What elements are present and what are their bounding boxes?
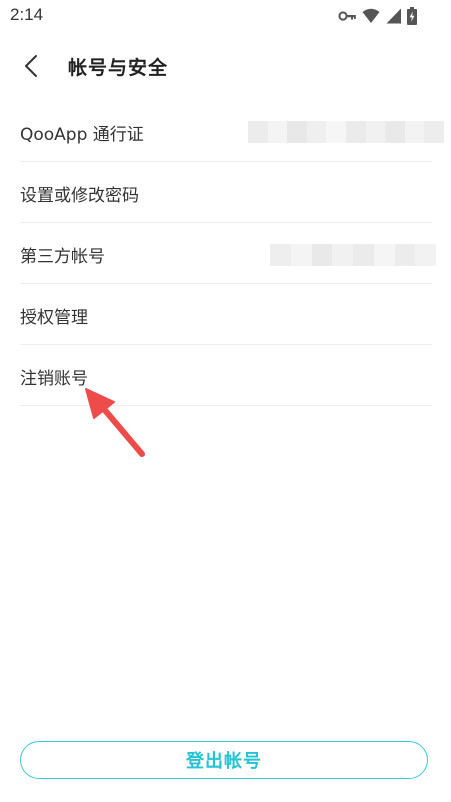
logout-label: 登出帐号 — [186, 751, 262, 772]
status-icons — [338, 6, 417, 26]
page-title: 帐号与安全 — [68, 57, 169, 79]
settings-item-third-party[interactable]: 第三方帐号 — [20, 223, 436, 284]
settings-list: QooApp 通行证 设置或修改密码 第三方帐号 授权管理 注销账号 — [20, 101, 444, 406]
battery-charging-icon — [407, 7, 417, 25]
key-icon — [338, 10, 356, 22]
settings-item-password[interactable]: 设置或修改密码 — [20, 162, 432, 223]
screen: 2:14 帐号与安全 QooApp 通行证 设置或修改密码 第三方帐号 授权管理… — [0, 0, 451, 802]
wifi-icon — [362, 8, 380, 24]
logout-button[interactable]: 登出帐号 — [20, 741, 428, 779]
settings-item-label: QooApp 通行证 — [20, 125, 144, 145]
signal-icon — [386, 8, 401, 24]
settings-item-authorization[interactable]: 授权管理 — [20, 284, 432, 345]
chevron-left-icon — [25, 55, 37, 77]
back-button[interactable] — [18, 52, 46, 80]
settings-item-label: 第三方帐号 — [20, 247, 105, 267]
status-bar: 2:14 — [0, 0, 451, 32]
redacted-value — [270, 244, 436, 266]
header: 帐号与安全 — [0, 44, 451, 88]
annotation-arrow-icon — [85, 388, 145, 457]
settings-item-label: 授权管理 — [20, 308, 88, 328]
settings-item-label: 设置或修改密码 — [20, 186, 139, 206]
settings-item-qooapp-pass[interactable]: QooApp 通行证 — [20, 101, 444, 162]
status-time: 2:14 — [10, 5, 44, 24]
redacted-value — [248, 121, 444, 143]
